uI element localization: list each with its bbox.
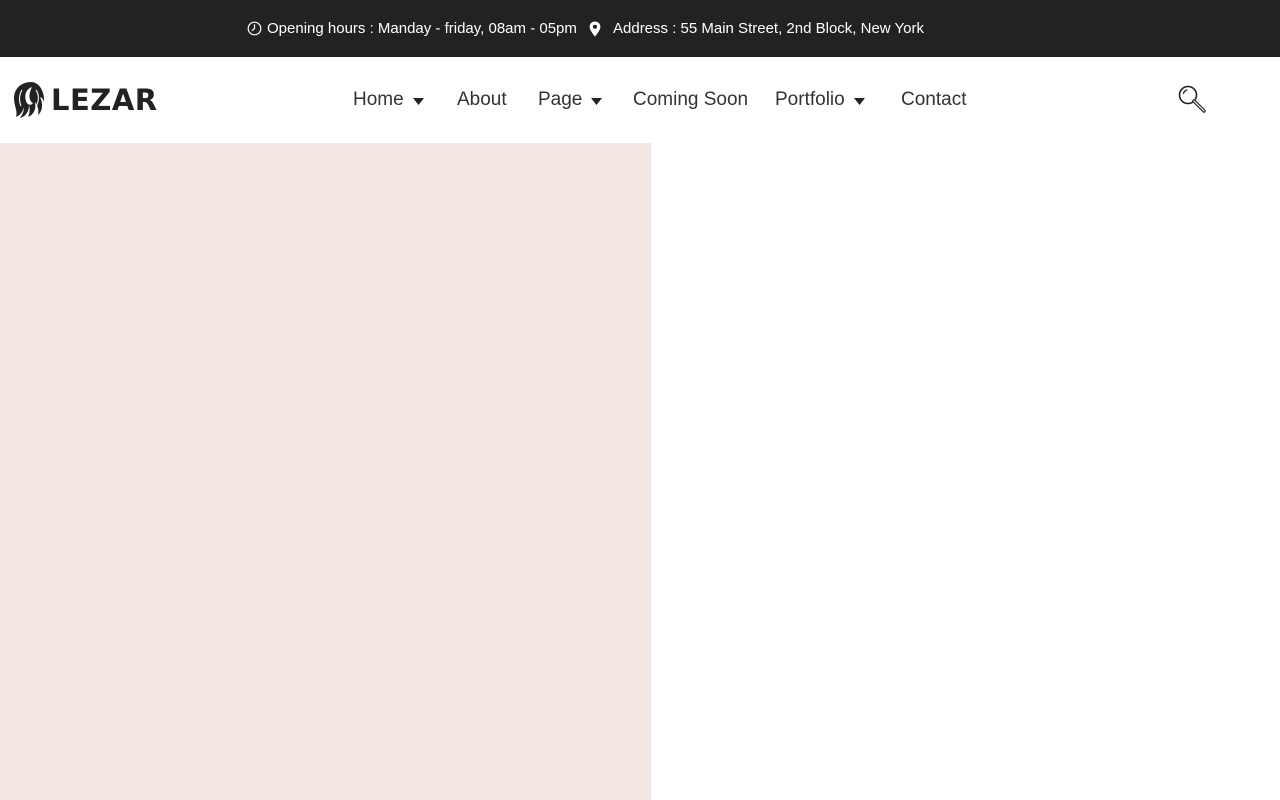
clock-icon [247, 21, 262, 36]
caret-down-icon [591, 98, 603, 105]
hero-content-panel [651, 143, 1280, 800]
nav-item-label: About [457, 89, 507, 110]
nav-item-coming-soon[interactable]: Coming Soon [633, 57, 748, 143]
address-text: Address : 55 Main Street, 2nd Block, New… [613, 20, 924, 37]
logo-text: LEZAR [51, 83, 158, 117]
search-button[interactable] [1177, 84, 1207, 114]
caret-down-icon [412, 98, 424, 105]
search-icon [1178, 85, 1206, 113]
nav-item-label: Coming Soon [633, 89, 749, 110]
site-header: LEZAR Home About Page Coming Soon Portfo… [0, 57, 1280, 143]
nav-item-portfolio[interactable]: Portfolio [775, 57, 865, 143]
nav-item-label: Portfolio [775, 89, 845, 110]
address: Address : 55 Main Street, 2nd Block, New… [589, 0, 924, 57]
nav-item-about[interactable]: About [457, 57, 507, 143]
hero-image-panel [0, 143, 651, 800]
site-logo[interactable]: LEZAR [12, 57, 158, 143]
map-pin-icon [589, 21, 601, 37]
caret-down-icon [853, 98, 865, 105]
nav-item-home[interactable]: Home [353, 57, 424, 143]
nav-item-label: Contact [901, 89, 967, 110]
nav-item-label: Page [538, 89, 583, 110]
nav-item-label: Home [353, 89, 404, 110]
top-info-bar: Opening hours : Manday - friday, 08am - … [0, 0, 1280, 57]
nav-item-page[interactable]: Page [538, 57, 603, 143]
opening-hours: Opening hours : Manday - friday, 08am - … [247, 0, 577, 57]
opening-hours-text: Opening hours : Manday - friday, 08am - … [267, 20, 577, 37]
nav-item-contact[interactable]: Contact [901, 57, 966, 143]
hair-silhouette-logo-icon [12, 81, 45, 119]
